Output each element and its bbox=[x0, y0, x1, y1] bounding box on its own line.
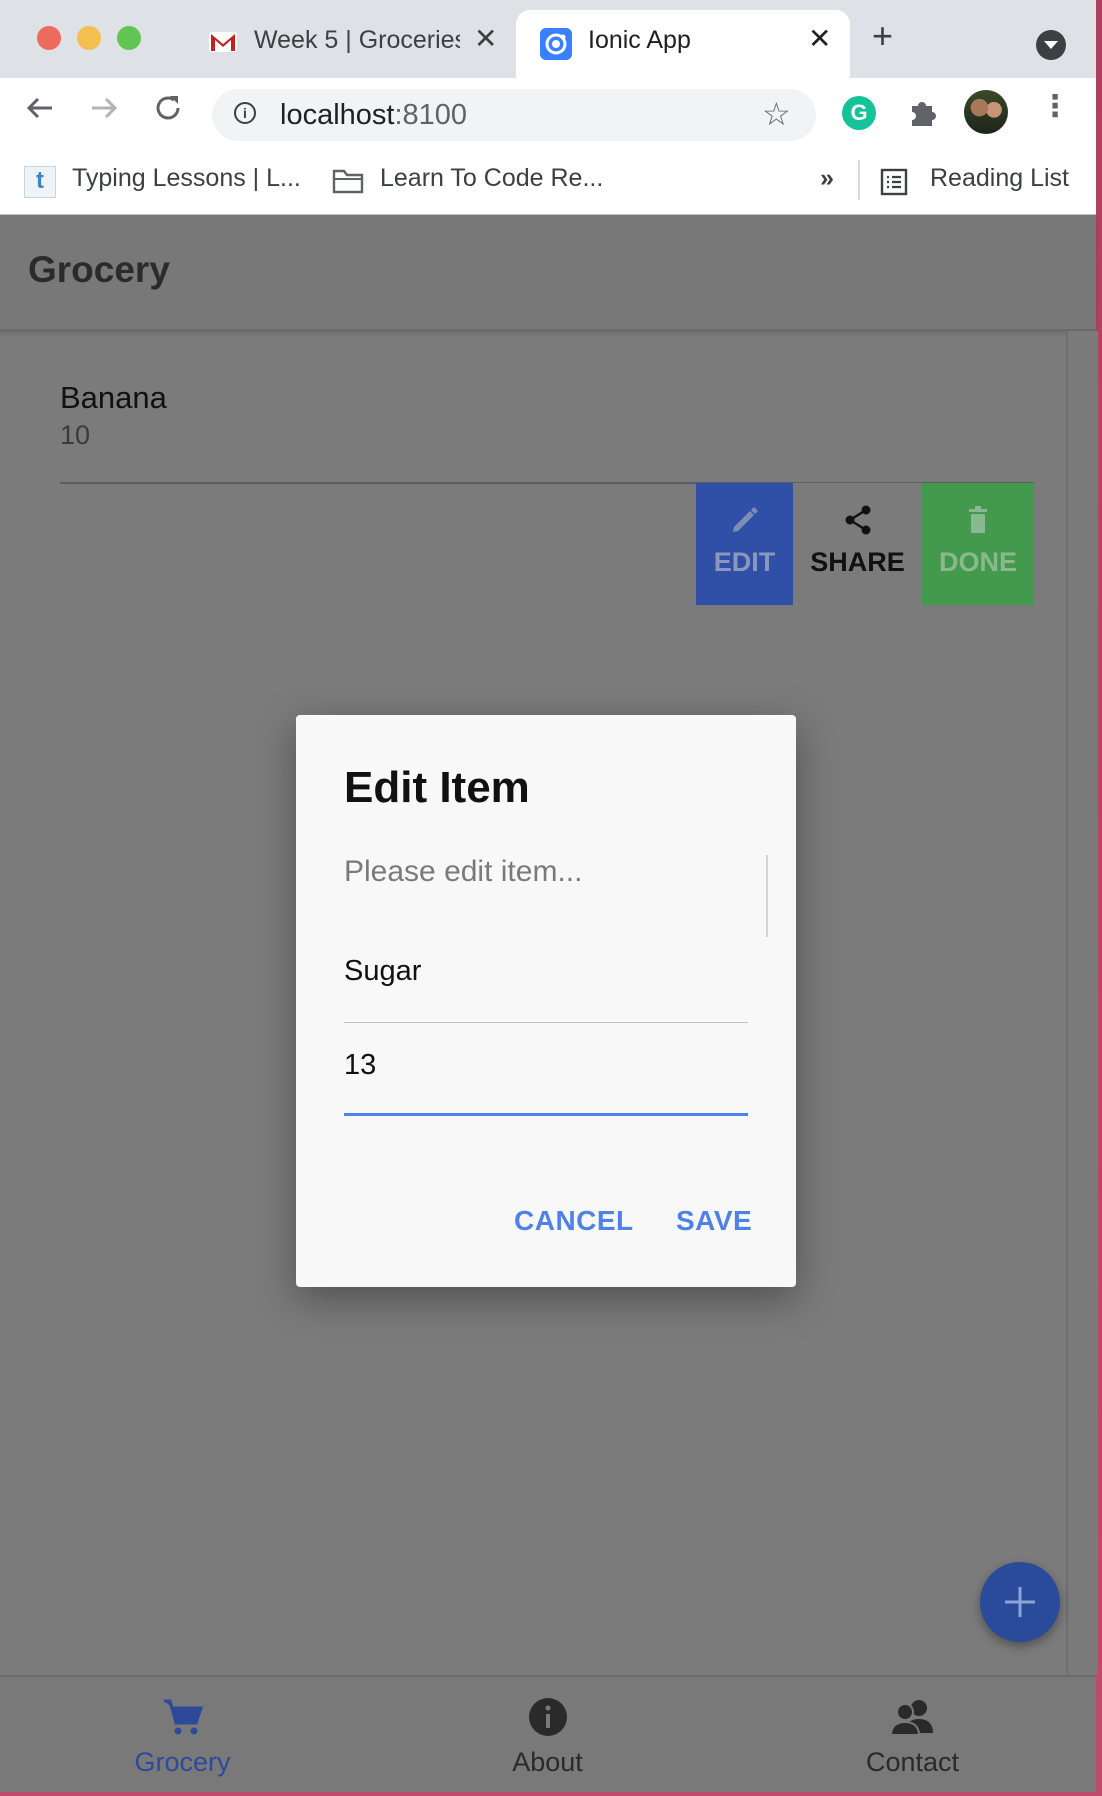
tab-contact[interactable]: Contact bbox=[730, 1677, 1095, 1792]
add-item-button[interactable] bbox=[980, 1562, 1060, 1642]
browser-tab-week5[interactable]: Week 5 | Groceries ✕ bbox=[190, 10, 510, 78]
tab-title: Ionic App bbox=[588, 26, 691, 54]
extensions-puzzle-icon[interactable] bbox=[906, 96, 940, 135]
edit-label: EDIT bbox=[713, 547, 776, 577]
tab-search-icon[interactable] bbox=[1036, 30, 1066, 60]
bookmark-label: Typing Lessons | L... bbox=[72, 164, 301, 192]
reading-list-icon bbox=[880, 168, 908, 196]
bookmarks-bar: t Typing Lessons | L... Learn To Code Re… bbox=[0, 150, 1096, 215]
input-underline bbox=[344, 1022, 748, 1023]
pencil-icon bbox=[696, 503, 793, 542]
back-icon[interactable] bbox=[24, 92, 56, 129]
page-title: Grocery bbox=[28, 249, 170, 290]
browser-tab-ionic[interactable]: Ionic App ✕ bbox=[516, 10, 850, 78]
tab-title: Week 5 | Groceries bbox=[254, 26, 460, 54]
maximize-window-button[interactable] bbox=[117, 26, 141, 50]
trash-icon bbox=[922, 503, 1034, 542]
reading-list-label: Reading List bbox=[930, 164, 1069, 192]
save-button[interactable]: SAVE bbox=[676, 1205, 752, 1237]
bookmark-label: Learn To Code Re... bbox=[380, 164, 604, 192]
share-icon bbox=[793, 503, 922, 542]
grammarly-icon[interactable]: G bbox=[842, 96, 876, 130]
item-name-input[interactable] bbox=[344, 941, 748, 1001]
url-text: localhost:8100 bbox=[280, 99, 468, 131]
minimize-window-button[interactable] bbox=[77, 26, 101, 50]
close-tab-icon[interactable]: ✕ bbox=[474, 22, 497, 55]
plus-icon bbox=[1005, 1587, 1035, 1617]
tab-label: Grocery bbox=[134, 1747, 231, 1777]
tab-label: Contact bbox=[865, 1747, 960, 1777]
tab-label: About bbox=[512, 1747, 583, 1777]
browser-menu-icon[interactable]: ⋮ bbox=[1040, 92, 1070, 122]
bookmark-star-icon[interactable]: ☆ bbox=[762, 95, 791, 133]
ionic-icon bbox=[540, 28, 572, 60]
reload-icon[interactable] bbox=[152, 92, 184, 129]
dialog-message: Please edit item... bbox=[344, 855, 583, 888]
folder-icon bbox=[332, 169, 364, 194]
profile-avatar[interactable] bbox=[964, 90, 1008, 134]
forward-icon[interactable] bbox=[88, 92, 120, 129]
share-label: SHARE bbox=[810, 547, 905, 577]
ionic-app: Grocery Banana 10 EDIT SHARE DONE Edit I… bbox=[0, 215, 1098, 1792]
close-window-button[interactable] bbox=[37, 26, 61, 50]
info-icon bbox=[365, 1695, 730, 1744]
edit-item-dialog: Edit Item Please edit item... CANCEL SAV… bbox=[296, 715, 796, 1287]
cancel-button[interactable]: CANCEL bbox=[514, 1205, 634, 1237]
people-icon bbox=[730, 1695, 1095, 1744]
bookmarks-overflow-icon[interactable]: » bbox=[820, 164, 834, 193]
edit-button[interactable]: EDIT bbox=[696, 483, 793, 605]
close-tab-icon[interactable]: ✕ bbox=[808, 22, 831, 55]
app-header: Grocery bbox=[0, 215, 1096, 331]
input-underline-focused bbox=[344, 1113, 748, 1116]
divider bbox=[858, 160, 860, 200]
gmail-icon bbox=[209, 32, 237, 52]
browser-toolbar: i localhost:8100 ☆ G ⋮ bbox=[0, 78, 1096, 150]
site-info-icon[interactable]: i bbox=[234, 102, 256, 124]
address-bar[interactable]: i localhost:8100 ☆ bbox=[212, 89, 816, 141]
bottom-tab-bar: Grocery About Contact bbox=[0, 1675, 1096, 1792]
typing-site-icon: t bbox=[24, 166, 56, 198]
done-label: DONE bbox=[938, 547, 1017, 577]
browser-tab-strip: Week 5 | Groceries ✕ Ionic App ✕ + bbox=[0, 0, 1096, 78]
item-quantity: 10 bbox=[60, 420, 91, 450]
content-scrollbar[interactable] bbox=[1066, 331, 1098, 1674]
share-button[interactable]: SHARE bbox=[793, 483, 922, 605]
tab-grocery[interactable]: Grocery bbox=[0, 1677, 365, 1792]
dialog-message-scrollbar bbox=[766, 855, 768, 937]
cart-icon bbox=[0, 1695, 365, 1744]
new-tab-icon[interactable]: + bbox=[872, 18, 893, 54]
tab-about[interactable]: About bbox=[365, 1677, 730, 1792]
done-button[interactable]: DONE bbox=[922, 483, 1034, 605]
dialog-title: Edit Item bbox=[344, 763, 530, 812]
item-quantity-input[interactable] bbox=[344, 1035, 748, 1095]
item-name: Banana bbox=[60, 380, 167, 415]
